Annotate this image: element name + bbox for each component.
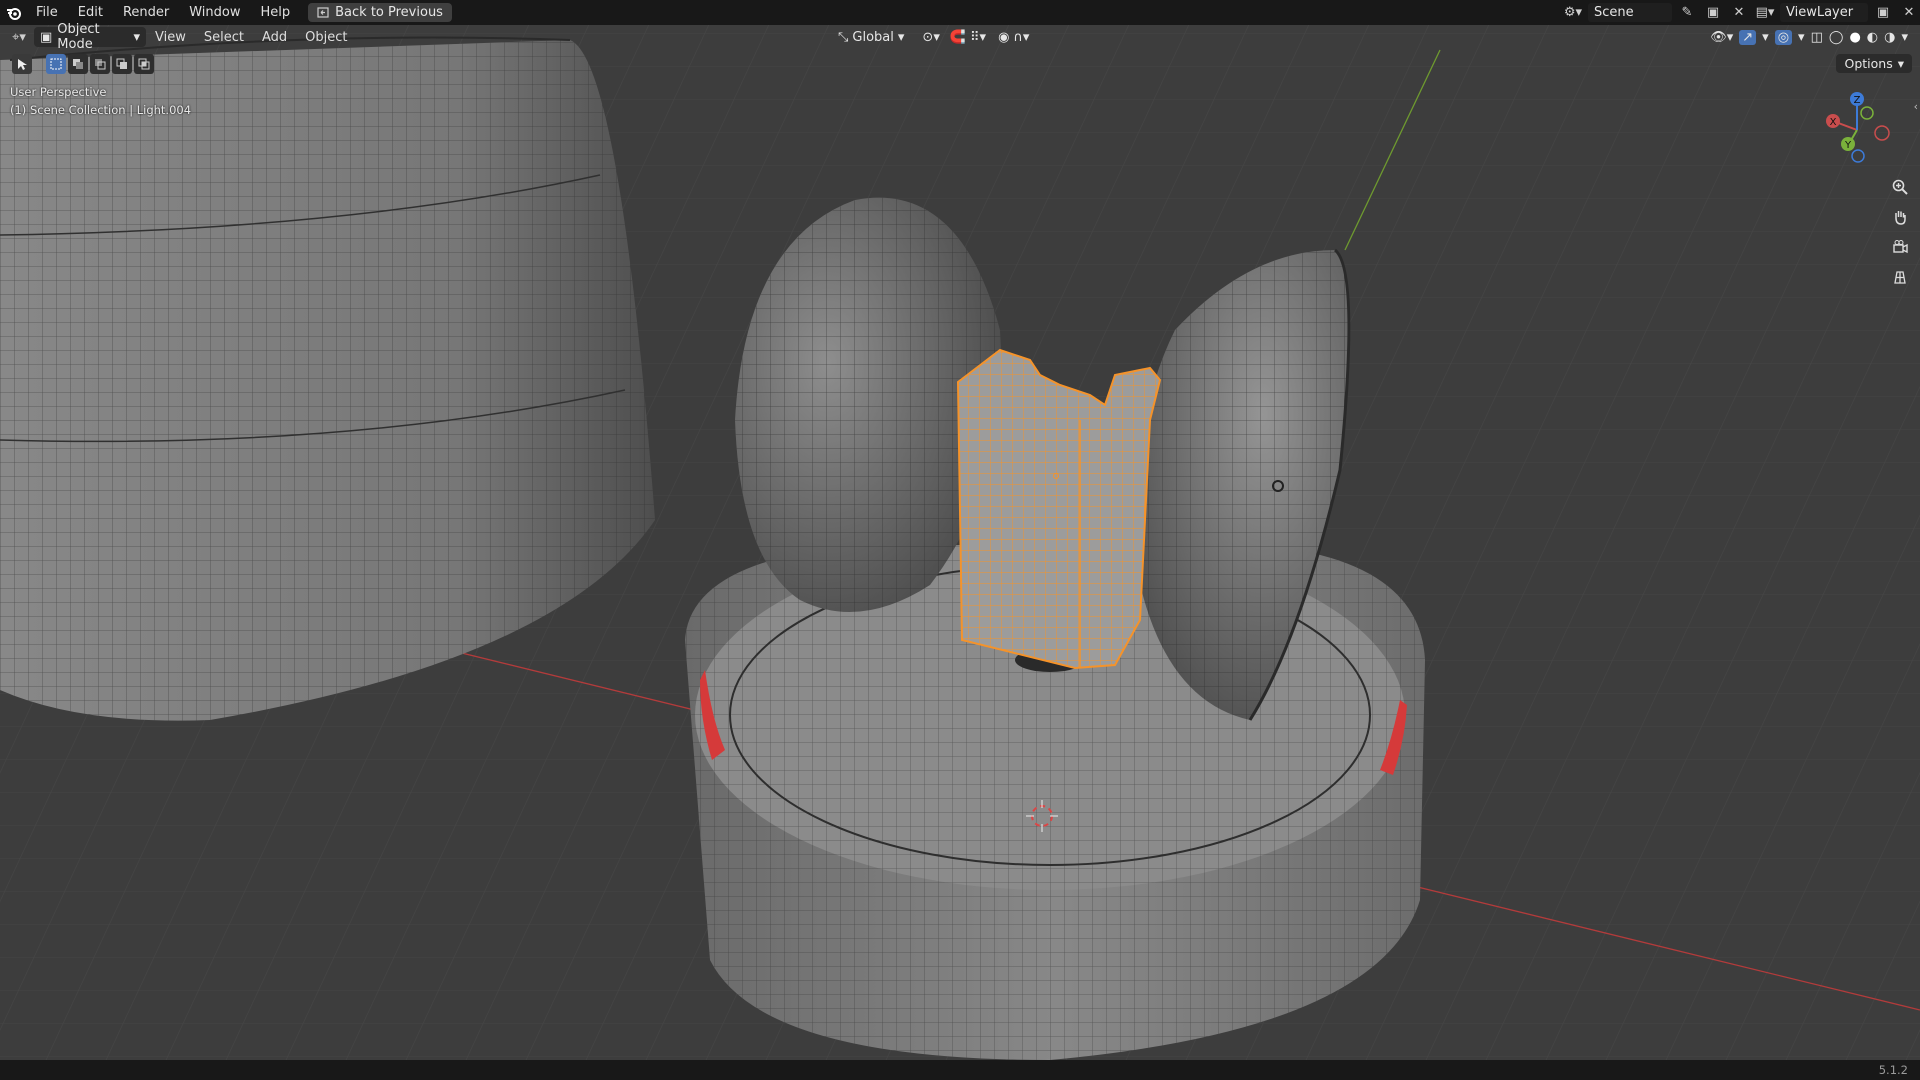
scene-name-field[interactable]: Scene <box>1588 3 1672 22</box>
delete-scene-icon[interactable]: ✕ <box>1728 3 1750 22</box>
navigation-gizmo[interactable]: X Y Z <box>1812 85 1902 175</box>
new-scene-icon[interactable]: ▣ <box>1702 3 1724 22</box>
overlays-toggle-icon[interactable]: ◎ <box>1774 29 1793 45</box>
material-shading-icon[interactable]: ◐ <box>1867 30 1878 45</box>
chevron-down-icon: ▾ <box>897 29 905 45</box>
visibility-selectability-icon[interactable]: 👁▾ <box>1710 30 1733 45</box>
delete-viewlayer-icon[interactable]: ✕ <box>1898 3 1920 22</box>
gizmo-dropdown-icon[interactable]: ▾ <box>1762 30 1769 45</box>
scene-name-label: Scene <box>1594 5 1634 20</box>
mode-dropdown[interactable]: ▣ Object Mode ▾ <box>34 22 146 52</box>
snap-toggle-icon[interactable]: 🧲 <box>950 30 966 45</box>
selection-mode-toolbar <box>12 53 154 75</box>
menu-add[interactable]: Add <box>253 30 296 45</box>
gizmo-y-label: Y <box>1844 140 1852 151</box>
blender-logo-icon[interactable] <box>2 0 26 25</box>
proportional-falloff-icon[interactable]: ∩▾ <box>1013 30 1029 45</box>
pan-hand-icon[interactable] <box>1888 205 1912 229</box>
select-new-icon[interactable] <box>46 54 66 74</box>
select-intersect-icon[interactable] <box>134 54 154 74</box>
editor-type-icon[interactable]: ⌖▾ <box>8 28 30 47</box>
pivot-point-icon[interactable]: ⊙▾ <box>922 30 939 45</box>
viewport-navigation-tools <box>1888 175 1912 289</box>
transform-controls: ⤡ Global ▾ ⊙▾ 🧲 ⠿▾ ◉ ∩▾ <box>838 30 1029 45</box>
rendered-shading-icon[interactable]: ◑ <box>1884 30 1895 45</box>
shading-dropdown-icon[interactable]: ▾ <box>1901 30 1908 45</box>
gizmo-z-label: Z <box>1854 95 1861 106</box>
viewport-shading-controls: 👁▾ ↗ ▾ ◎ ▾ ◫ ◯ ● ◐ ◑ ▾ <box>1710 29 1908 45</box>
top-menubar: File Edit Render Window Help Back to Pre… <box>0 0 1920 25</box>
overlays-dropdown-icon[interactable]: ▾ <box>1798 30 1805 45</box>
collection-label: (1) Scene Collection | Light.004 <box>10 103 192 117</box>
transform-orientation-dropdown[interactable]: Global <box>852 30 893 45</box>
solid-shading-icon[interactable]: ● <box>1849 30 1860 45</box>
select-subtract-icon[interactable] <box>90 54 110 74</box>
back-screen-icon <box>317 7 329 18</box>
xray-toggle-icon[interactable]: ◫ <box>1811 30 1823 45</box>
selected-mesh-object[interactable] <box>956 348 1162 670</box>
gizmo-x-label: X <box>1830 117 1837 128</box>
zoom-icon[interactable] <box>1888 175 1912 199</box>
scene-selector-icon[interactable]: ⚙▾ <box>1562 3 1584 22</box>
viewlayer-name-field[interactable]: ViewLayer <box>1780 3 1868 22</box>
gizmo-neg-x-handle[interactable] <box>1874 125 1890 141</box>
camera-view-icon[interactable] <box>1888 235 1912 259</box>
3d-viewport[interactable] <box>0 25 1920 1060</box>
select-extend-icon[interactable] <box>68 54 88 74</box>
menu-view[interactable]: View <box>146 30 195 45</box>
menu-select[interactable]: Select <box>195 30 253 45</box>
perspective-toggle-icon[interactable] <box>1888 265 1912 289</box>
gizmo-neg-z-handle[interactable] <box>1851 149 1865 163</box>
gizmo-neg-y-handle[interactable] <box>1860 106 1874 120</box>
select-invert-icon[interactable] <box>112 54 132 74</box>
options-label: Options <box>1844 56 1893 71</box>
new-viewlayer-icon[interactable]: ▣ <box>1872 3 1894 22</box>
scene-canvas[interactable] <box>0 25 1920 1060</box>
version-label: 5.1.2 <box>1878 1063 1908 1077</box>
mode-label: Object Mode <box>57 22 100 52</box>
options-button[interactable]: Options ▾ <box>1836 54 1912 73</box>
chevron-down-icon: ▾ <box>133 29 140 45</box>
perspective-label: User Perspective <box>10 85 107 99</box>
menu-help[interactable]: Help <box>251 0 301 25</box>
viewport-header: ⌖▾ ▣ Object Mode ▾ View Select Add Objec… <box>0 22 1920 52</box>
back-to-previous-button[interactable]: Back to Previous <box>308 3 452 22</box>
chevron-down-icon: ▾ <box>1897 56 1904 71</box>
object-mode-icon: ▣ <box>40 29 53 45</box>
snap-target-icon[interactable]: ⠿▾ <box>970 30 986 45</box>
status-bar: 5.1.2 <box>0 1060 1920 1080</box>
select-tool-icon[interactable] <box>12 54 32 74</box>
viewlayer-name-label: ViewLayer <box>1786 5 1854 20</box>
wireframe-shading-icon[interactable]: ◯ <box>1829 30 1844 45</box>
proportional-editing-icon[interactable]: ◉ <box>998 30 1009 45</box>
transform-orientation-icon: ⤡ <box>838 29 849 45</box>
gizmo-toggle-icon[interactable]: ↗ <box>1739 29 1757 45</box>
menu-object[interactable]: Object <box>296 30 356 45</box>
menu-window[interactable]: Window <box>179 0 250 25</box>
viewlayer-selector-icon[interactable]: ▤▾ <box>1754 3 1776 22</box>
pin-scene-icon[interactable]: ✎ <box>1676 3 1698 22</box>
back-to-previous-label: Back to Previous <box>335 5 443 20</box>
scene-controls: ⚙▾ Scene ✎ ▣ ✕ ▤▾ ViewLayer ▣ ✕ <box>1562 0 1920 25</box>
sidebar-toggle-icon[interactable]: ‹ <box>1914 100 1918 113</box>
